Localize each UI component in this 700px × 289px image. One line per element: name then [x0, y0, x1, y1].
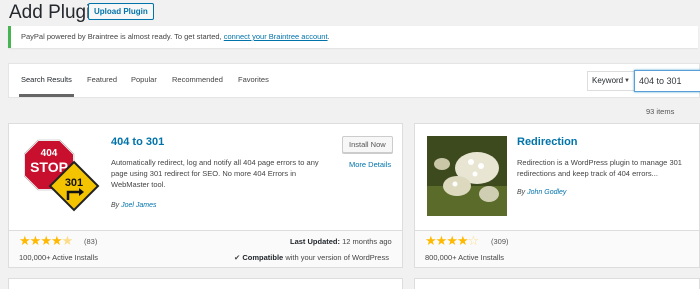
star-half-icon: ★	[61, 233, 74, 248]
last-updated: Last Updated: 12 months ago	[290, 237, 392, 246]
star-full-icon: ★	[435, 233, 448, 248]
tab-favorites[interactable]: Favorites	[238, 75, 269, 84]
plugin-icon-redirection[interactable]	[427, 136, 507, 216]
star-full-icon: ★	[40, 233, 52, 248]
star-full-icon: ★	[50, 233, 63, 248]
install-now-button[interactable]: Install Now	[342, 136, 393, 153]
rating-count: (83)	[84, 237, 98, 246]
upload-plugin-button[interactable]: Upload Plugin	[88, 3, 154, 20]
tab-featured[interactable]: Featured	[87, 75, 117, 84]
items-count: 93 items	[646, 107, 675, 116]
rating-count: (309)	[491, 237, 509, 246]
sign-text-301: 301	[65, 177, 83, 189]
plugin-card: 404 STOP 301 404 to 301 Automatically re…	[8, 123, 403, 268]
star-full-icon: ★	[456, 233, 469, 248]
checkmark-icon: ✔	[234, 253, 241, 262]
search-type-select[interactable]: Keyword ▼	[587, 71, 635, 91]
star-rating: ★★★★☆	[425, 233, 480, 249]
compatibility: ✔ Compatible with your version of WordPr…	[234, 253, 389, 262]
plugin-card: Redirection Redirection is a WordPress p…	[414, 123, 700, 268]
more-details-link[interactable]: More Details	[349, 160, 391, 169]
compat-text: with your version of WordPress	[285, 253, 389, 262]
author-by: By	[517, 189, 526, 196]
plugin-name[interactable]: Redirection	[517, 136, 578, 148]
sign-text-404: 404	[41, 148, 58, 159]
plugin-card-footer: ★★★★☆ (309) 800,000+ Active Installs	[415, 230, 699, 267]
connect-braintree-link[interactable]: connect your Braintree account	[224, 32, 328, 41]
plugin-description: Automatically redirect, log and notify a…	[111, 158, 319, 189]
plugin-card	[414, 278, 700, 289]
tab-popular[interactable]: Popular	[131, 75, 157, 84]
tab-search-results[interactable]: Search Results	[19, 75, 74, 97]
author-link[interactable]: John Godley	[527, 189, 566, 196]
plugin-card-footer: ★★★★★ (83) 100,000+ Active Installs Last…	[9, 230, 402, 267]
search-type-label: Keyword	[592, 76, 624, 85]
search-input[interactable]	[634, 70, 700, 92]
plugin-card	[8, 278, 403, 289]
plugin-description: Redirection is a WordPress plugin to man…	[517, 158, 682, 178]
braintree-notice: PayPal powered by Braintree is almost re…	[8, 26, 698, 48]
tab-recommended[interactable]: Recommended	[172, 75, 223, 84]
plugin-author: By Joel James	[111, 202, 157, 209]
compat-label: Compatible	[242, 253, 284, 262]
active-installs: 800,000+ Active Installs	[425, 253, 505, 262]
filter-bar: Search Results Featured Popular Recommen…	[8, 63, 700, 98]
author-by: By	[111, 202, 120, 209]
active-installs: 100,000+ Active Installs	[19, 253, 99, 262]
star-full-icon: ★	[425, 233, 437, 248]
chevron-down-icon: ▼	[624, 78, 630, 84]
star-full-icon: ★	[446, 233, 458, 248]
star-rating: ★★★★★	[19, 233, 74, 249]
last-updated-label: Last Updated:	[290, 237, 341, 246]
plugin-author: By John Godley	[517, 189, 566, 196]
notice-suffix: .	[327, 32, 330, 41]
star-full-icon: ★	[19, 233, 31, 248]
author-link[interactable]: Joel James	[121, 202, 156, 209]
plugin-name[interactable]: 404 to 301	[111, 136, 164, 148]
plugin-icon-404-to-301[interactable]: 404 STOP 301	[24, 136, 104, 216]
star-full-icon: ★	[29, 233, 42, 248]
last-updated-value: 12 months ago	[342, 237, 392, 246]
notice-text: PayPal powered by Braintree is almost re…	[21, 32, 224, 41]
star-empty-icon: ☆	[467, 233, 480, 248]
